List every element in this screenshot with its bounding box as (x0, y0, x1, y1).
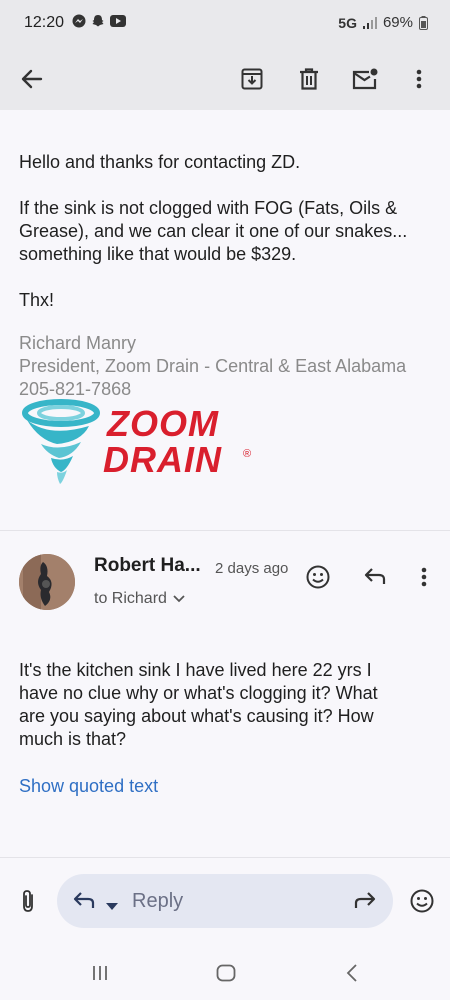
logo-word-drain: DRAIN (103, 439, 222, 480)
emoji-icon (410, 889, 434, 913)
snapchat-icon (92, 15, 104, 27)
reply-placeholder: Reply (132, 890, 184, 912)
tornado-logo-icon (22, 399, 100, 484)
signature-title: President, Zoom Drain - Central & East A… (19, 356, 407, 376)
battery-icon (419, 15, 428, 30)
email-body-line: have no clue why or what's clogging it? … (19, 683, 378, 703)
reply-button[interactable] (355, 557, 395, 597)
chevron-down-icon (173, 595, 185, 603)
messenger-icon (72, 14, 86, 28)
signature-name: Richard Manry (19, 333, 137, 353)
logo-word-zoom: ZOOM (107, 403, 219, 444)
message-more-button[interactable] (404, 557, 444, 597)
youtube-icon (110, 15, 126, 27)
reply-mode-dropdown[interactable] (106, 897, 118, 915)
recipient-label: to Richard (94, 590, 167, 607)
more-vert-icon (416, 69, 422, 89)
react-emoji-button[interactable] (298, 557, 338, 597)
archive-button[interactable] (232, 59, 272, 99)
more-options-button[interactable] (399, 59, 439, 99)
network-label: 5G (338, 14, 357, 31)
app-bar (0, 48, 450, 110)
back-button[interactable] (12, 59, 52, 99)
email-body-line: It's the kitchen sink I have lived here … (19, 660, 372, 680)
email-body-line: much is that? (19, 729, 127, 749)
message-date: 2 days ago (215, 560, 289, 577)
message-divider (0, 530, 450, 531)
status-time: 12:20 (24, 14, 65, 31)
trash-icon (300, 68, 318, 90)
attach-button[interactable] (8, 881, 48, 921)
battery-percent: 69% (382, 14, 413, 31)
recents-icon (93, 966, 107, 980)
avatar[interactable] (19, 554, 75, 610)
system-back-button[interactable] (332, 953, 372, 993)
recent-apps-button[interactable] (80, 953, 120, 993)
emoji-icon (306, 565, 330, 589)
email-body-line: If the sink is not clogged with FOG (Fat… (19, 198, 398, 218)
home-button[interactable] (206, 953, 246, 993)
notification-icons (72, 14, 126, 28)
back-chevron-icon (346, 964, 357, 982)
email-thanks: Thx! (19, 290, 55, 310)
reply-icon (73, 892, 95, 908)
status-right: 5G 69% (338, 14, 428, 31)
email-greeting: Hello and thanks for contacting ZD. (19, 152, 301, 172)
delete-button[interactable] (289, 59, 329, 99)
logo-registered: ® (243, 448, 252, 460)
reply-mode-button[interactable] (64, 881, 104, 921)
recipient-details[interactable]: to Richard (94, 590, 185, 608)
email-body-line: Grease), and we can clear it one of our … (19, 221, 408, 241)
signal-icon (362, 16, 377, 29)
show-quoted-text-link[interactable]: Show quoted text (19, 776, 158, 797)
email-body-line: something like that would be $329. (19, 244, 297, 264)
avatar-photo (19, 554, 75, 610)
attach-icon (23, 890, 33, 912)
forward-icon (354, 892, 376, 908)
zoom-drain-logo: ZOOM DRAIN ® (19, 398, 259, 488)
reply-icon (364, 568, 386, 584)
back-arrow-icon (21, 69, 43, 89)
forward-button[interactable] (345, 881, 385, 921)
more-vert-icon (421, 567, 427, 587)
compose-emoji-button[interactable] (402, 881, 442, 921)
mark-unread-button[interactable] (345, 59, 385, 99)
status-bar: 12:20 5G 69% (0, 0, 450, 48)
email-body-line: are you saying about what's causing it? … (19, 706, 374, 726)
sender-name[interactable]: Robert Ha... (94, 555, 201, 577)
home-icon (216, 964, 236, 982)
archive-icon (241, 68, 263, 90)
mark-unread-icon (352, 68, 378, 90)
caret-down-icon (106, 903, 118, 910)
